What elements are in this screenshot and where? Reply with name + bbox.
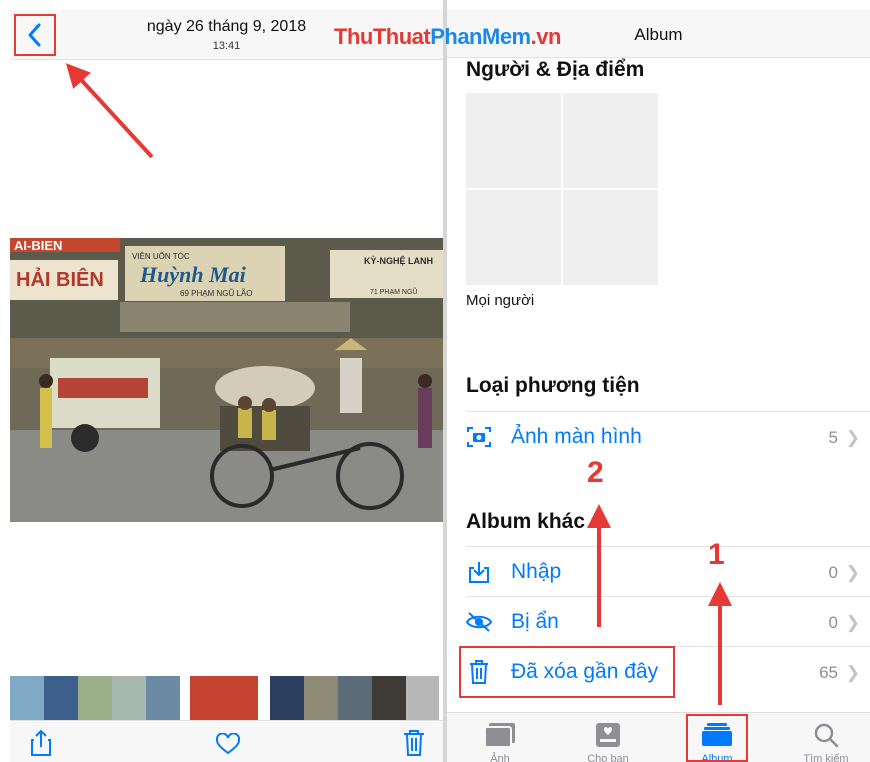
chevron-right-icon: ❯ — [845, 563, 860, 582]
album-label: Bị ẩn — [511, 610, 559, 633]
album-count: 5 — [828, 428, 838, 447]
album-count: 0 — [828, 563, 838, 582]
favorite-button[interactable] — [215, 732, 241, 760]
thumbnail-strip[interactable] — [10, 676, 443, 720]
share-icon — [31, 729, 51, 756]
tab-search[interactable]: Tìm kiếm — [786, 713, 866, 762]
album-count: 65 — [819, 663, 838, 682]
sign-1: AI-BIEN — [14, 238, 62, 253]
chevron-right-icon: ❯ — [845, 613, 860, 632]
album-label: Ảnh màn hình — [511, 425, 642, 448]
main-photo[interactable]: AI-BIEN HẢI BIÊN VIÊN UỐN TÓC Huỳnh Mai … — [10, 238, 443, 522]
thumbnail[interactable] — [304, 676, 338, 720]
highlight-albums-tab — [686, 714, 748, 762]
photo-toolbar — [10, 720, 443, 762]
album-row-screenshots[interactable]: Ảnh màn hình 5 ❯ — [466, 411, 870, 461]
search-icon — [814, 723, 839, 748]
album-row-import[interactable]: Nhập 0 ❯ — [466, 546, 870, 596]
trash-icon — [404, 730, 424, 756]
chevron-right-icon: ❯ — [845, 428, 860, 447]
tab-photos[interactable]: Ảnh — [460, 713, 540, 762]
street-scene-image: AI-BIEN HẢI BIÊN VIÊN UỐN TÓC Huỳnh Mai … — [10, 238, 443, 522]
watermark-logo: ThuThuatPhanMem.vn — [334, 24, 561, 49]
thumbnail[interactable] — [406, 676, 439, 720]
step-number-1: 1 — [708, 538, 725, 571]
sign-2: HẢI BIÊN — [16, 267, 104, 291]
photos-tab-icon — [484, 723, 515, 748]
thumbnail[interactable] — [78, 676, 112, 720]
tab-for-you[interactable]: Cho bạn — [568, 713, 648, 762]
for-you-tab-icon — [596, 723, 620, 747]
step-number-2: 2 — [587, 456, 604, 489]
album-row-hidden[interactable]: Bị ẩn 0 ❯ — [466, 596, 870, 646]
import-icon — [469, 562, 489, 583]
thumbnail[interactable] — [112, 676, 146, 720]
section-media-types: Loại phương tiện — [466, 374, 640, 397]
section-other-albums: Album khác — [466, 510, 586, 533]
thumbnail[interactable] — [146, 676, 180, 720]
tab-bar: Ảnh Cho bạn Album Tìm kiếm — [447, 712, 870, 762]
album-count: 0 — [828, 613, 838, 632]
sign-7: 71 PHẠM NGŨ — [370, 287, 417, 296]
heart-icon — [215, 732, 241, 755]
photo-viewer: ngày 26 tháng 9, 2018 13:41 AI-BIEN HẢI … — [0, 0, 443, 762]
delete-button[interactable] — [403, 729, 425, 762]
album-label: Nhập — [511, 560, 562, 583]
share-button[interactable] — [30, 729, 52, 762]
thumbnail-current[interactable] — [190, 676, 258, 720]
screen: ngày 26 tháng 9, 2018 13:41 AI-BIEN HẢI … — [0, 0, 870, 762]
sign-5: KỲ-NGHỆ LANH — [364, 255, 433, 266]
sign-4: Huỳnh Mai — [139, 262, 247, 287]
screenshot-icon — [467, 427, 491, 447]
chevron-right-icon: ❯ — [845, 663, 860, 682]
highlight-recently-deleted — [459, 646, 675, 698]
sign-3: VIÊN UỐN TÓC — [132, 251, 190, 261]
eye-slash-icon — [466, 612, 492, 632]
sign-6: 69 PHẠM NGŨ LÃO — [180, 289, 252, 298]
thumbnail[interactable] — [270, 676, 304, 720]
thumbnail[interactable] — [372, 676, 406, 720]
thumbnail[interactable] — [338, 676, 372, 720]
people-album-thumbnail[interactable] — [466, 93, 658, 285]
thumbnail[interactable] — [10, 676, 44, 720]
thumbnail[interactable] — [44, 676, 78, 720]
people-album-label[interactable]: Mọi người — [466, 292, 534, 309]
section-people-places: Người & Địa điểm — [466, 58, 645, 81]
